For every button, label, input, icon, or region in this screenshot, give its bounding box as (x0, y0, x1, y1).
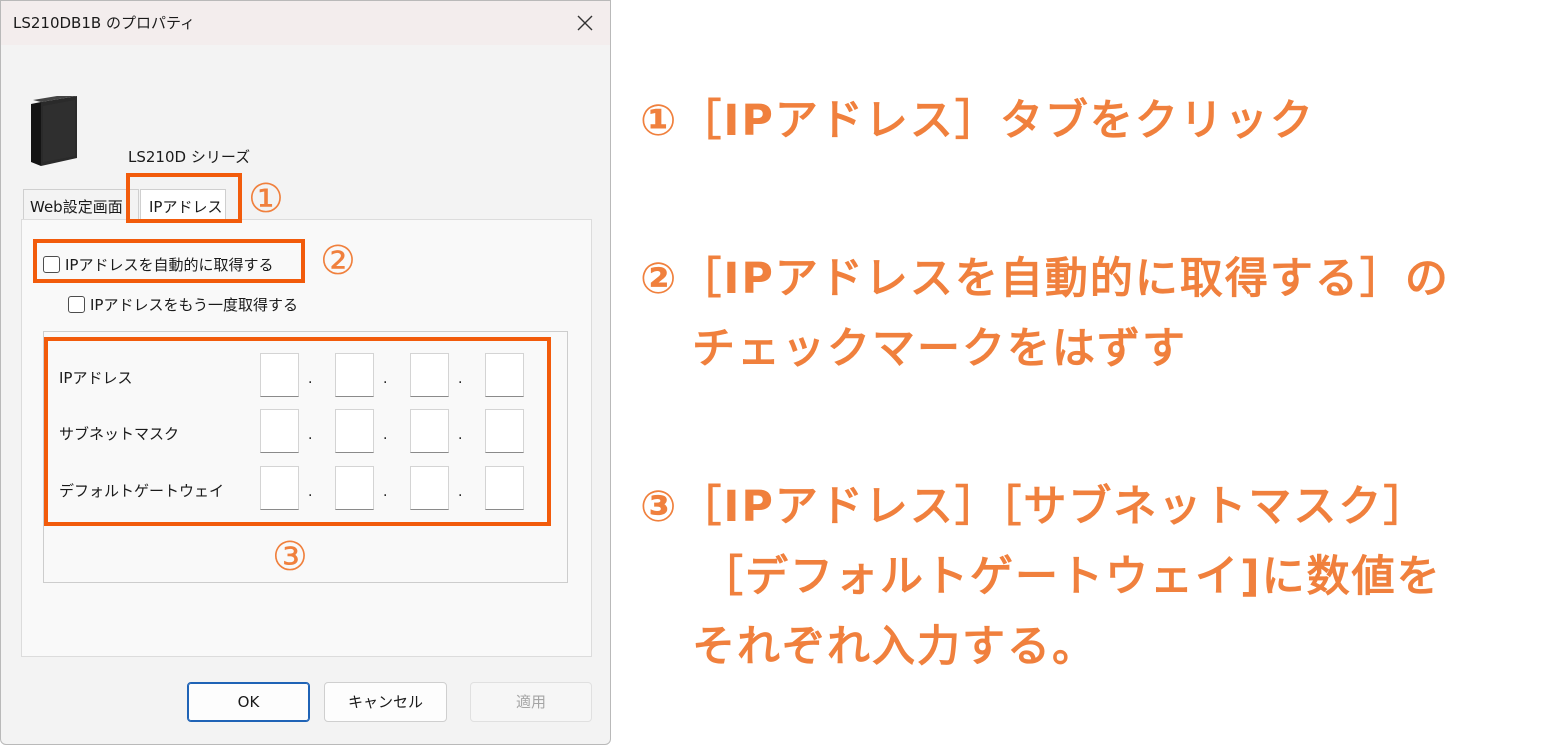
apply-button[interactable]: 適用 (470, 682, 592, 722)
reacquire-ip-label: IPアドレスをもう一度取得する (90, 296, 299, 314)
close-button[interactable] (567, 7, 603, 39)
dialog-title: LS210DB1B のプロパティ (13, 14, 196, 32)
tab-web-settings[interactable]: Web設定画面 (23, 189, 139, 219)
nas-device-icon (31, 96, 77, 166)
step-marker-2: ② (320, 238, 356, 284)
reacquire-ip-checkbox[interactable]: IPアドレスをもう一度取得する (68, 294, 298, 315)
instruction-step-1: ①［IPアドレス］タブをクリック (640, 96, 1315, 146)
instruction-step-2-line-1: ②［IPアドレスを自動的に取得する］の (640, 254, 1450, 304)
highlight-box-checkbox (33, 239, 305, 283)
highlight-box-tab (126, 173, 242, 223)
instruction-step-2-line-2: チェックマークをはずす (692, 324, 1187, 374)
instruction-step-3-line-2: ［デフォルトゲートウェイ]に数値を (700, 552, 1442, 602)
highlight-box-fields (44, 337, 551, 526)
step-marker-3: ③ (272, 534, 308, 580)
checkbox-box[interactable] (68, 296, 85, 313)
instruction-step-3-line-3: それぞれ入力する。 (692, 622, 1097, 672)
instruction-step-3-line-1: ③［IPアドレス］［サブネットマスク］ (640, 482, 1429, 532)
cancel-button[interactable]: キャンセル (324, 682, 447, 722)
step-marker-1: ① (248, 176, 284, 222)
series-label: LS210D シリーズ (128, 148, 251, 166)
title-bar: LS210DB1B のプロパティ (1, 1, 610, 45)
close-icon (577, 15, 593, 31)
ok-button[interactable]: OK (187, 682, 310, 722)
